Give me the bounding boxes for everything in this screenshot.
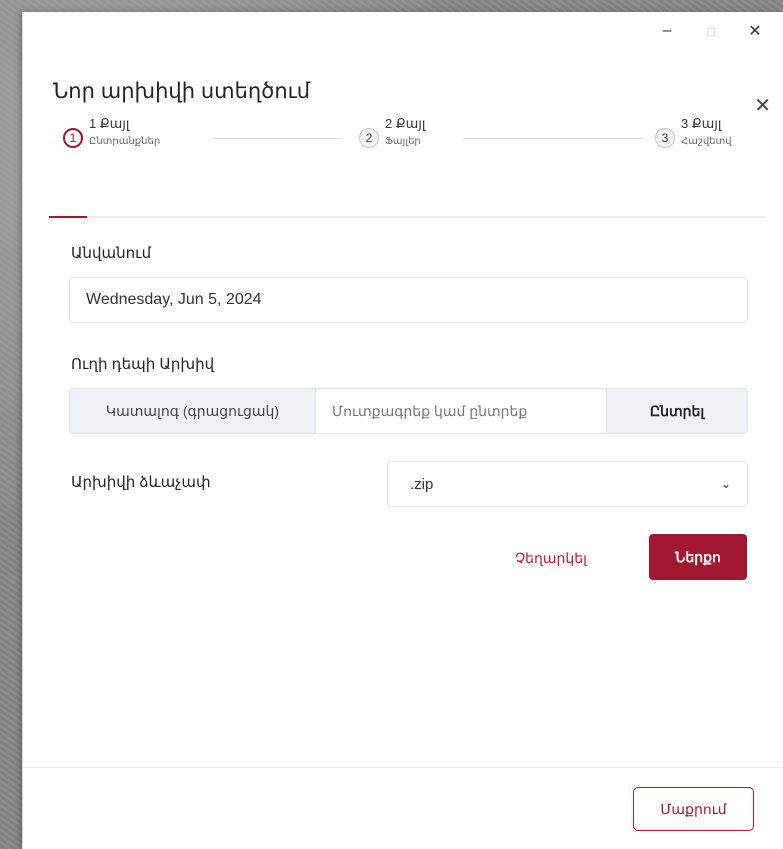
cancel-button[interactable]: Չեղարկել xyxy=(493,536,609,580)
path-input-group: Կատալոգ (գրացուցակ) Ընտրել xyxy=(69,388,748,434)
next-button[interactable]: Ներքո xyxy=(649,534,747,580)
footer-divider xyxy=(23,767,783,768)
path-label: Ուղի դեպի Արխիվ xyxy=(71,356,215,373)
maximize-icon[interactable]: □ xyxy=(689,15,733,47)
step-3-title: 3 Քայլ xyxy=(681,116,722,131)
minimize-icon[interactable]: – xyxy=(645,15,689,47)
step-connector-2 xyxy=(463,138,643,139)
window-titlebar: – □ ✕ xyxy=(23,12,783,50)
archive-format-select[interactable]: .zip ⌄ xyxy=(387,461,748,507)
browse-button[interactable]: Ընտրել xyxy=(606,389,747,433)
step-2[interactable]: 2 2 Քայլ Ֆայլեր xyxy=(359,116,425,148)
step-3[interactable]: 3 3 Քայլ Հաշվետվ xyxy=(655,116,732,148)
step-2-number: 2 xyxy=(359,128,379,148)
format-selected-value: .zip xyxy=(410,475,434,493)
step-3-subtitle: Հաշվետվ xyxy=(681,135,732,147)
archive-name-input[interactable] xyxy=(69,277,748,323)
archive-dialog-window: – □ ✕ Նոր արխիվի ստեղծում ✕ 1 1 Քայլ Ընտ… xyxy=(22,12,783,849)
step-1-number: 1 xyxy=(63,128,83,148)
dialog-header: Նոր արխիվի ստեղծում ✕ xyxy=(23,79,783,117)
name-label: Անվանում xyxy=(71,245,152,262)
dialog-close-icon[interactable]: ✕ xyxy=(754,93,771,118)
tab-divider xyxy=(49,216,766,218)
clear-button[interactable]: Մաքրում xyxy=(633,787,754,831)
step-connector-1 xyxy=(213,138,343,139)
step-1-subtitle: Ընտրանքներ xyxy=(89,135,161,147)
step-2-subtitle: Ֆայլեր xyxy=(385,135,421,147)
step-3-number: 3 xyxy=(655,128,675,148)
wizard-stepper: 1 1 Քայլ Ընտրանքներ 2 2 Քայլ Ֆայլեր 3 3 … xyxy=(63,116,763,164)
format-label: Արխիվի ձևաչափ xyxy=(71,474,211,491)
dialog-title: Նոր արխիվի ստեղծում xyxy=(53,80,311,103)
step-2-title: 2 Քայլ xyxy=(385,116,426,131)
chevron-down-icon: ⌄ xyxy=(720,477,731,491)
window-close-icon[interactable]: ✕ xyxy=(733,15,777,47)
step-1-title: 1 Քայլ xyxy=(89,116,130,131)
archive-path-input[interactable] xyxy=(316,389,606,433)
path-addon: Կատալոգ (գրացուցակ) xyxy=(70,389,316,433)
active-tab-indicator xyxy=(49,216,87,218)
step-1[interactable]: 1 1 Քայլ Ընտրանքներ xyxy=(63,116,160,148)
